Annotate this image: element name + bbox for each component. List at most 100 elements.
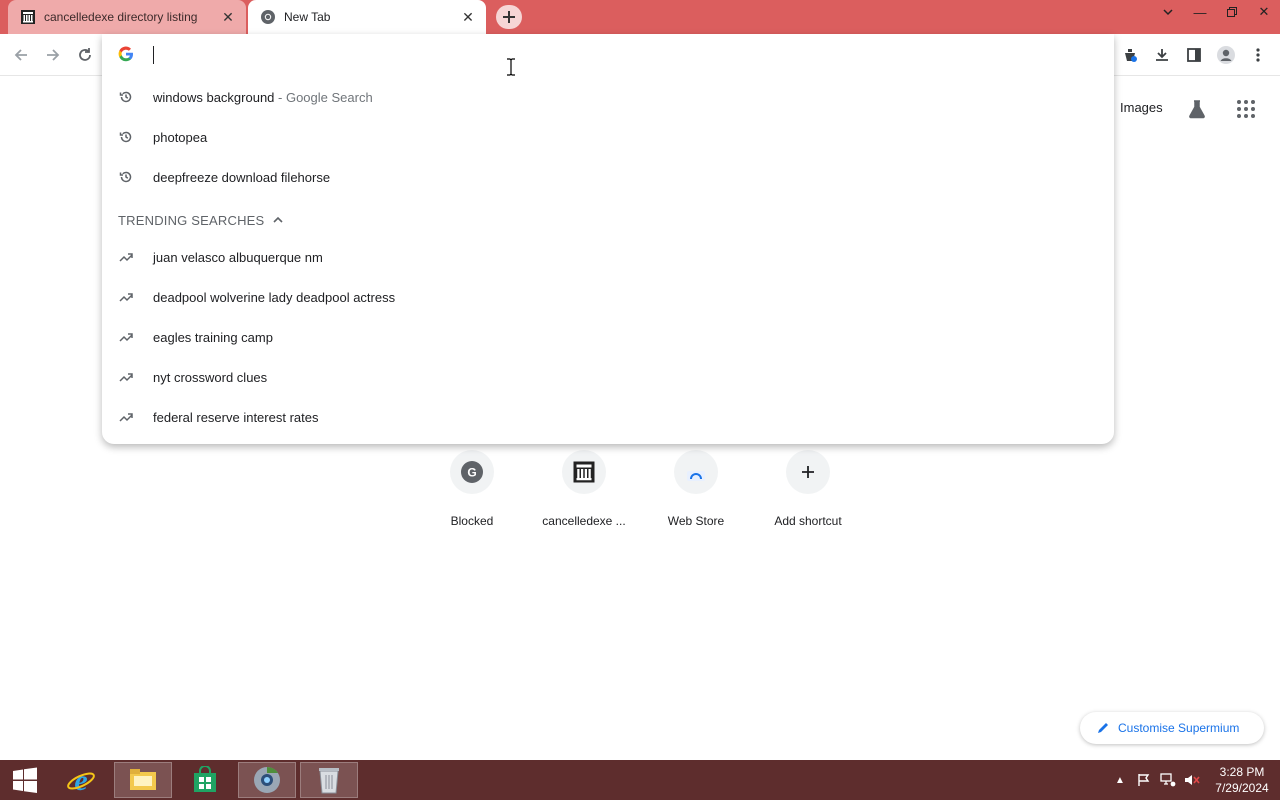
- windows-logo-icon: [13, 767, 37, 793]
- restore-button[interactable]: [1216, 0, 1248, 24]
- library-icon: [20, 9, 36, 25]
- plus-icon: [786, 450, 830, 494]
- suggestion-suffix: - Google Search: [274, 89, 373, 105]
- recycle-bin-taskbar[interactable]: [300, 762, 358, 798]
- history-suggestion[interactable]: photopea: [102, 117, 1114, 157]
- suggestion-text: deadpool wolverine lady deadpool actress: [153, 289, 396, 305]
- shortcut-label: Blocked: [450, 514, 494, 528]
- trending-suggestion[interactable]: deadpool wolverine lady deadpool actress: [102, 277, 1114, 317]
- omnibox-row: [102, 34, 1114, 76]
- text-caret: [153, 46, 154, 64]
- file-explorer-taskbar[interactable]: [114, 762, 172, 798]
- forward-arrow-icon: [47, 49, 60, 61]
- windows-taskbar: e ▲ 3:28 PM 7/29/2024: [0, 760, 1280, 800]
- tab-title: New Tab: [284, 10, 331, 24]
- suggestion-text: eagles training camp: [153, 329, 273, 345]
- extensions-icon[interactable]: [1114, 42, 1146, 68]
- forward-button[interactable]: [40, 42, 66, 68]
- reload-button[interactable]: [72, 42, 98, 68]
- history-suggestion[interactable]: deepfreeze download filehorse: [102, 157, 1114, 197]
- history-clock-icon: [118, 129, 134, 145]
- history-suggestion[interactable]: windows background - Google Search: [102, 77, 1114, 117]
- new-tab-button[interactable]: [496, 5, 522, 29]
- trending-suggestion[interactable]: juan velasco albuquerque nm: [102, 237, 1114, 277]
- pencil-icon: [1096, 721, 1110, 735]
- trending-up-icon: [118, 369, 134, 385]
- shortcut-label: cancelledexe ...: [542, 514, 626, 528]
- download-icon[interactable]: [1146, 42, 1178, 68]
- shortcut-blocked[interactable]: G Blocked: [416, 450, 528, 540]
- omnibox-dropdown: windows background - Google Search photo…: [102, 34, 1114, 444]
- trending-suggestion[interactable]: nyt crossword clues: [102, 357, 1114, 397]
- profile-avatar-icon[interactable]: [1210, 42, 1242, 68]
- shortcut-cancelledexe[interactable]: cancelledexe ...: [528, 450, 640, 540]
- chromium-icon: [260, 9, 276, 25]
- tab-new-tab[interactable]: New Tab ✕: [248, 0, 486, 34]
- recycle-bin-icon: [319, 768, 339, 794]
- tab-search-chevron-icon[interactable]: [1152, 0, 1184, 24]
- trending-header-label: TRENDING SEARCHES: [118, 212, 265, 228]
- trending-up-icon: [118, 409, 134, 425]
- show-hidden-icons-icon[interactable]: ▲: [1108, 760, 1132, 800]
- close-window-button[interactable]: ✕: [1248, 0, 1280, 24]
- suggestion-text: photopea: [153, 129, 208, 145]
- clock-date: 7/29/2024: [1215, 781, 1269, 795]
- title-bar: cancelledexe directory listing ✕ New Tab…: [0, 0, 1280, 34]
- apps-grid-icon[interactable]: [1236, 99, 1256, 119]
- trending-suggestion[interactable]: eagles training camp: [102, 317, 1114, 357]
- suggestion-text: windows background: [153, 89, 275, 105]
- shortcut-add[interactable]: Add shortcut: [752, 450, 864, 540]
- tab-cancelledexe[interactable]: cancelledexe directory listing ✕: [8, 0, 246, 34]
- shortcut-label: Add shortcut: [774, 514, 842, 528]
- labs-flask-icon[interactable]: [1186, 98, 1208, 120]
- chevron-up-icon[interactable]: [272, 213, 286, 227]
- taskbar-clock[interactable]: 3:28 PM 7/29/2024: [1204, 764, 1280, 796]
- web-store-icon: [674, 450, 718, 494]
- folder-icon: [130, 769, 156, 790]
- menu-kebab-icon[interactable]: [1242, 42, 1274, 68]
- history-clock-icon: [118, 169, 134, 185]
- customise-button[interactable]: Customise Supermium: [1080, 712, 1264, 744]
- address-input[interactable]: [156, 42, 756, 68]
- suggestion-text: federal reserve interest rates: [153, 409, 319, 425]
- reload-icon: [79, 48, 91, 61]
- suggestion-text: nyt crossword clues: [153, 369, 268, 385]
- suggestion-text: deepfreeze download filehorse: [153, 169, 331, 185]
- close-icon[interactable]: ✕: [218, 7, 238, 27]
- supermium-taskbar[interactable]: [238, 762, 296, 798]
- google-g-icon: [118, 46, 134, 62]
- back-button[interactable]: [8, 42, 34, 68]
- start-button[interactable]: [0, 762, 50, 798]
- svg-text:e: e: [74, 764, 87, 796]
- side-panel-icon[interactable]: [1178, 42, 1210, 68]
- ibeam-cursor-icon: [506, 58, 516, 81]
- suggestion-text: juan velasco albuquerque nm: [153, 249, 323, 265]
- store-taskbar[interactable]: [176, 762, 234, 798]
- customise-label: Customise Supermium: [1118, 721, 1240, 735]
- g-letter-icon: G: [450, 450, 494, 494]
- supermium-browser-icon: [254, 766, 280, 793]
- back-arrow-icon: [14, 49, 27, 61]
- minimize-button[interactable]: —: [1184, 0, 1216, 24]
- system-tray: ▲ 3:28 PM 7/29/2024: [1108, 760, 1280, 800]
- trending-header[interactable]: TRENDING SEARCHES: [118, 210, 286, 230]
- trending-up-icon: [118, 329, 134, 345]
- toolbar-actions: [1114, 42, 1274, 68]
- trending-suggestion[interactable]: federal reserve interest rates: [102, 397, 1114, 437]
- internet-explorer-icon: e: [67, 764, 95, 796]
- shortcut-letter: G: [467, 466, 476, 480]
- trending-up-icon: [118, 289, 134, 305]
- internet-explorer-taskbar[interactable]: e: [52, 762, 110, 798]
- trending-up-icon: [118, 249, 134, 265]
- window-controls: — ✕: [1152, 0, 1280, 24]
- shortcut-web-store[interactable]: Web Store: [640, 450, 752, 540]
- shortcut-label: Web Store: [667, 514, 725, 528]
- library-icon: [562, 450, 606, 494]
- images-link[interactable]: Images: [1120, 100, 1163, 115]
- close-icon[interactable]: ✕: [458, 7, 478, 27]
- clock-time: 3:28 PM: [1219, 765, 1265, 779]
- volume-muted-icon[interactable]: [1180, 760, 1204, 800]
- action-center-flag-icon[interactable]: [1132, 760, 1156, 800]
- history-clock-icon: [118, 89, 134, 105]
- network-icon[interactable]: [1156, 760, 1180, 800]
